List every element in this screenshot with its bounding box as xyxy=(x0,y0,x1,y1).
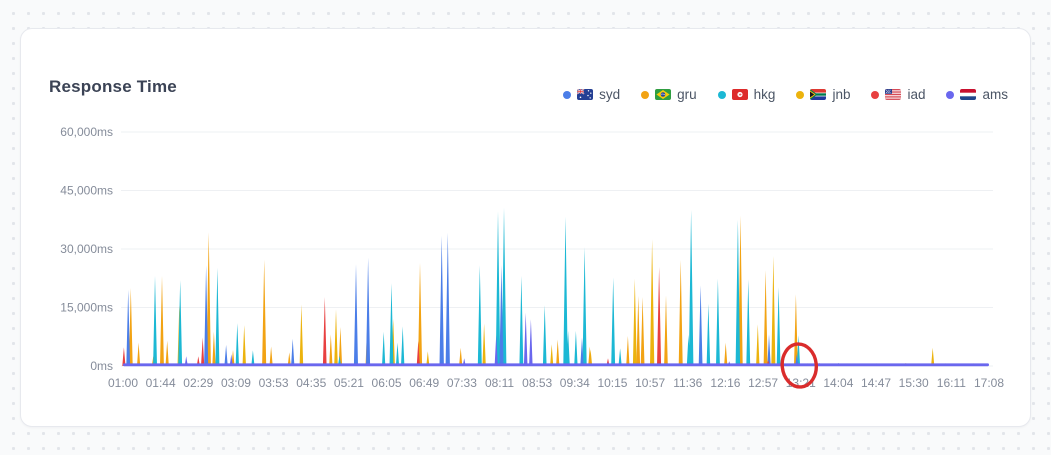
svg-text:60,000ms: 60,000ms xyxy=(60,125,113,139)
svg-text:14:47: 14:47 xyxy=(861,376,891,390)
svg-text:15:30: 15:30 xyxy=(899,376,929,390)
series-hkg xyxy=(153,207,801,366)
svg-text:09:34: 09:34 xyxy=(560,376,590,390)
svg-text:12:16: 12:16 xyxy=(710,376,740,390)
svg-text:45,000ms: 45,000ms xyxy=(60,184,113,198)
svg-text:14:04: 14:04 xyxy=(823,376,853,390)
svg-text:11:36: 11:36 xyxy=(673,376,702,390)
svg-text:0ms: 0ms xyxy=(90,359,113,373)
svg-text:06:49: 06:49 xyxy=(409,376,439,390)
series-jnb xyxy=(177,239,935,366)
page-background: Response Time syd gru hkg jnb iad ams 0m… xyxy=(0,0,1051,455)
svg-text:12:57: 12:57 xyxy=(748,376,778,390)
y-axis-labels: 0ms 15,000ms 30,000ms 45,000ms 60,000ms xyxy=(60,125,113,373)
x-axis-labels: 01:00 01:44 02:29 03:09 03:53 04:35 05:21 06:05… xyxy=(108,376,1004,390)
svg-text:16:11: 16:11 xyxy=(937,376,966,390)
svg-text:08:53: 08:53 xyxy=(522,376,552,390)
svg-text:08:11: 08:11 xyxy=(485,376,514,390)
svg-text:15,000ms: 15,000ms xyxy=(60,301,113,315)
svg-text:02:29: 02:29 xyxy=(183,376,213,390)
svg-text:06:05: 06:05 xyxy=(372,376,402,390)
response-time-card: Response Time syd gru hkg jnb iad ams 0m… xyxy=(20,28,1031,427)
gridlines xyxy=(121,131,993,367)
series-gru xyxy=(128,215,982,366)
svg-text:17:08: 17:08 xyxy=(974,376,1004,390)
series-syd xyxy=(126,232,840,366)
svg-text:10:15: 10:15 xyxy=(597,376,627,390)
response-time-chart[interactable]: 0ms 15,000ms 30,000ms 45,000ms 60,000ms 01:00… xyxy=(21,29,1032,428)
svg-text:01:44: 01:44 xyxy=(146,376,176,390)
svg-text:03:09: 03:09 xyxy=(221,376,251,390)
svg-text:01:00: 01:00 xyxy=(108,376,138,390)
svg-text:03:53: 03:53 xyxy=(259,376,289,390)
svg-text:04:35: 04:35 xyxy=(296,376,326,390)
svg-text:05:21: 05:21 xyxy=(334,376,364,390)
svg-text:30,000ms: 30,000ms xyxy=(60,242,113,256)
svg-text:07:33: 07:33 xyxy=(447,376,477,390)
svg-text:10:57: 10:57 xyxy=(635,376,665,390)
